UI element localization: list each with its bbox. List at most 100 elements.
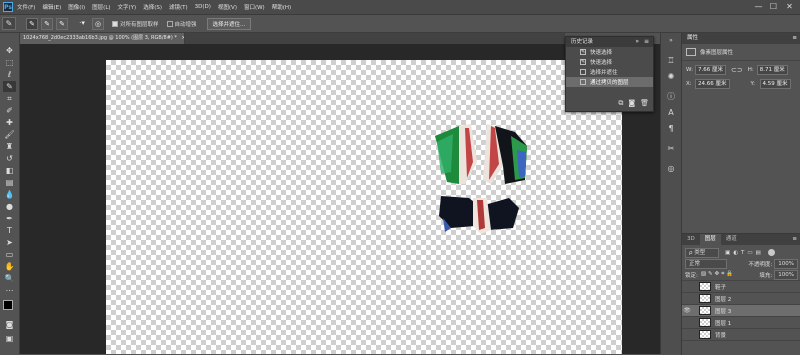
paragraph-icon[interactable]: ¶ [665,123,677,135]
lasso-tool-icon[interactable]: ℓ [3,69,16,80]
minimize-button[interactable]: — [752,1,765,12]
x-field[interactable]: 24.66 厘米 [695,78,730,89]
y-field[interactable]: 4.59 厘米 [759,78,791,89]
tab-strip [185,33,565,44]
history-item[interactable]: ✎ 快速选择 [566,47,653,57]
blur-tool-icon[interactable]: 💧 [3,189,16,200]
lock-icons[interactable]: ▨✎✥⌗🔒 [701,271,735,278]
link-icon[interactable]: ⊂⊃ [731,66,743,74]
filter-toggle-icon[interactable] [767,249,775,256]
eyedropper-tool-icon[interactable]: ✐ [3,105,16,116]
quick-mask-icon[interactable]: ◙ [3,319,16,330]
menu-select[interactable]: 选择(S) [143,3,162,11]
adjustments-icon[interactable]: ◎ [665,163,677,175]
history-panel-footer: ⧉ ◙ 🗑 [618,99,649,108]
zoom-tool-icon[interactable]: 🔍 [3,273,16,284]
healing-brush-tool-icon[interactable]: ✚ [3,117,16,128]
menu-filter[interactable]: 滤镜(T) [169,3,188,11]
eraser-tool-icon[interactable]: ◧ [3,165,16,176]
tab-channels[interactable]: 通道 [721,234,742,245]
document-canvas[interactable] [106,60,622,354]
tab-3d[interactable]: 3D [682,234,700,245]
width-field[interactable]: 7.66 厘米 [695,64,726,75]
blend-mode-dropdown[interactable]: 正常 [685,258,727,269]
panel-menu-icon[interactable]: ≡ [792,234,800,245]
history-panel-icon[interactable]: ♖ [665,55,677,67]
path-selection-tool-icon[interactable]: ➤ [3,237,16,248]
menu-edit[interactable]: 编辑(E) [42,3,61,11]
panel-menu-icon[interactable]: ≡ [644,37,649,47]
hand-tool-icon[interactable]: ✋ [3,261,16,272]
history-item-label: 选择并遮住 [590,70,618,76]
properties-panel: 属性 ≡ 像素图层属性 W: 7.66 厘米 ⊂⊃ H: 8.71 厘米 X: … [681,33,800,233]
brush-settings-icon[interactable]: ✺ [665,71,677,83]
sample-all-layers-checkbox[interactable] [112,20,118,27]
eye-icon[interactable]: 👁 [682,307,692,314]
history-item[interactable]: ✎ 快速选择 [566,57,653,67]
layer-row-selected[interactable]: 👁 图层 3 [682,305,800,317]
select-and-mask-button[interactable]: 选择并遮住... [206,17,252,30]
pen-tool-icon[interactable]: ✒ [3,213,16,224]
brush-plus-icon: ✎ [44,19,50,28]
tab-layers[interactable]: 图层 [699,234,721,245]
tools-cross-icon[interactable]: ✂ [665,143,677,155]
new-selection-button[interactable]: ✎ [26,17,38,30]
layer-row[interactable]: 图层 2 [682,293,800,305]
auto-enhance-checkbox[interactable] [166,20,173,27]
move-tool-icon[interactable]: ✥ [3,45,16,56]
collapse-icon[interactable]: » [665,35,677,47]
height-field[interactable]: 8.71 厘米 [756,64,788,75]
menu-file[interactable]: 文件(F) [17,3,35,11]
layer-row[interactable]: 图层 1 [682,317,800,329]
blend-opacity-row: 正常 不透明度: 100% [682,258,800,269]
brush-tool-icon[interactable]: 🖌 [3,129,16,140]
quick-selection-tool-icon[interactable]: ✎ [3,81,16,92]
clone-stamp-tool-icon[interactable]: ♜ [3,141,16,152]
history-brush-tool-icon[interactable]: ↺ [3,153,16,164]
menu-image[interactable]: 图像(I) [68,3,85,11]
filter-icons[interactable]: ▣◐T▭▤ [725,250,764,256]
fill-field[interactable]: 100% [774,269,798,280]
pen-pressure-button[interactable]: ◎ [92,17,104,30]
subtract-from-selection-button[interactable]: ✎ [56,17,68,30]
tool-preset-picker[interactable]: ✎ [2,17,16,30]
gradient-tool-icon[interactable]: ▤ [3,177,16,188]
maximize-button[interactable]: ☐ [767,1,780,12]
trash-icon[interactable]: 🗑 [640,99,649,108]
panel-menu-icon[interactable]: ≡ [792,33,797,44]
collapse-icon[interactable]: » [635,37,639,47]
layer-thumbnail [699,306,711,315]
document-tab[interactable]: 1024x768_2d0ec2333ab16b3.jpg @ 100% (图层 … [20,33,185,44]
more-tools-icon[interactable]: ⋯ [3,285,16,296]
info-icon[interactable]: ⓘ [665,91,677,103]
layer-filter-dropdown[interactable]: ρ 类型 [685,247,719,258]
history-item-selected[interactable]: 通过拷贝的图层 [566,77,653,87]
opacity-field[interactable]: 100% [774,258,798,269]
shape-tool-icon[interactable]: ▭ [3,249,16,260]
layer-row[interactable]: 鞋子 [682,281,800,293]
history-item-label: 快速选择 [590,50,613,56]
y-label: Y: [750,80,755,87]
dodge-tool-icon[interactable]: ● [3,201,16,212]
menu-help[interactable]: 帮助(H) [272,3,291,11]
menu-type[interactable]: 文字(Y) [118,3,137,11]
close-button[interactable]: ✕ [783,1,796,12]
history-item-label: 快速选择 [590,60,613,66]
menu-layer[interactable]: 图层(L) [92,3,110,11]
menu-window[interactable]: 窗口(W) [244,3,265,11]
brush-size-picker[interactable]: ·▾ [76,18,88,30]
character-icon[interactable]: A [665,107,677,119]
new-document-from-state-icon[interactable]: ⧉ [618,99,623,108]
menu-view[interactable]: 视图(V) [218,3,237,11]
menu-3d[interactable]: 3D(D) [195,4,211,10]
add-to-selection-button[interactable]: ✎ [41,17,53,30]
layer-row[interactable]: 背景 [682,329,800,341]
camera-icon[interactable]: ◙ [628,99,635,108]
screen-mode-icon[interactable]: ▣ [3,333,16,344]
properties-tab[interactable]: 属性 ≡ [682,33,800,44]
foreground-color-swatch[interactable] [3,300,13,310]
history-item[interactable]: 选择并遮住 [566,67,653,77]
type-tool-icon[interactable]: T [3,225,16,236]
crop-tool-icon[interactable]: ⌗ [3,93,16,104]
marquee-tool-icon[interactable]: ⬚ [3,57,16,68]
